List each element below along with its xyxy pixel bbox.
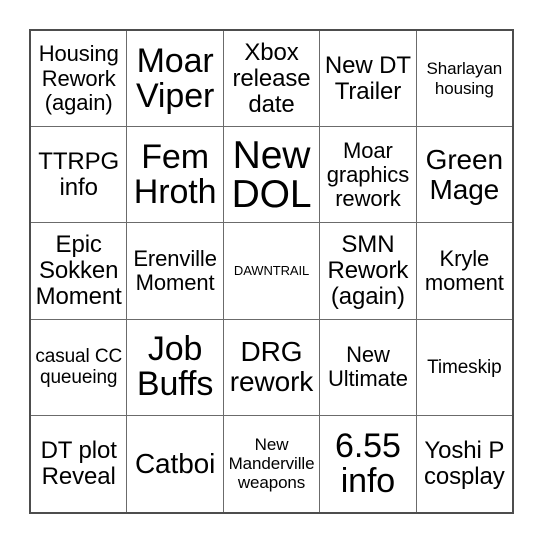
bingo-cell-text: casual CC queueing — [35, 345, 123, 389]
bingo-cell-r3c4[interactable]: SMN Rework (again) — [320, 223, 417, 320]
bingo-cell-text: New DOL — [231, 133, 312, 216]
bingo-cell-text: Moar graphics rework — [326, 137, 410, 211]
bingo-cell-r2c2[interactable]: Fem Hroth — [127, 127, 224, 224]
bingo-cell-text: Housing Rework (again) — [38, 41, 119, 115]
bingo-cell-text: 6.55 info — [335, 427, 401, 500]
bingo-cell-r3c1[interactable]: Epic Sokken Moment — [31, 223, 128, 320]
bingo-cell-r1c5[interactable]: Sharlayan housing — [416, 31, 513, 128]
bingo-cell-text: Xbox release date — [232, 38, 311, 118]
bingo-cell-r1c2[interactable]: Moar Viper — [127, 31, 224, 128]
bingo-cell-r4c1[interactable]: casual CC queueing — [31, 319, 128, 416]
bingo-cell-r5c4[interactable]: 6.55 info — [320, 415, 417, 512]
bingo-cell-text: SMN Rework (again) — [327, 231, 409, 310]
bingo-cell-r4c4[interactable]: New Ultimate — [320, 319, 417, 416]
bingo-cell-text: Catboi — [134, 448, 216, 479]
bingo-row: DT plot Reveal Catboi New Manderville we… — [31, 415, 513, 512]
bingo-cell-r2c4[interactable]: Moar graphics rework — [320, 127, 417, 224]
bingo-cell-r4c2[interactable]: Job Buffs — [127, 319, 224, 416]
bingo-card: Housing Rework (again) Moar Viper Xbox r… — [29, 29, 514, 514]
bingo-cell-text: Moar Viper — [135, 41, 215, 115]
bingo-cell-text: Timeskip — [427, 356, 502, 378]
bingo-cell-r1c3[interactable]: Xbox release date — [223, 31, 321, 128]
bingo-cell-r5c5[interactable]: Yoshi P cosplay — [416, 415, 513, 512]
bingo-cell-text: New Ultimate — [327, 341, 408, 392]
bingo-cell-text: Epic Sokken Moment — [35, 231, 122, 310]
bingo-cell-r2c3[interactable]: New DOL — [223, 127, 321, 224]
bingo-cell-text: Fem Hroth — [133, 138, 217, 211]
bingo-row: Epic Sokken Moment Erenville Moment DAWN… — [31, 223, 513, 320]
bingo-row: casual CC queueing Job Buffs DRG rework … — [31, 319, 513, 416]
bingo-cell-text: New DT Trailer — [324, 51, 411, 105]
bingo-cell-r3c2[interactable]: Erenville Moment — [127, 223, 224, 320]
bingo-cell-r5c1[interactable]: DT plot Reveal — [31, 415, 128, 512]
bingo-cell-r4c3[interactable]: DRG rework — [223, 319, 321, 416]
bingo-cell-r4c5[interactable]: Timeskip — [416, 319, 513, 416]
bingo-cell-text: Green Mage — [425, 144, 503, 205]
bingo-cell-r5c3[interactable]: New Manderville weapons — [223, 415, 321, 512]
bingo-cell-r5c2[interactable]: Catboi — [127, 415, 224, 512]
bingo-cell-text: Sharlayan housing — [426, 59, 503, 98]
bingo-cell-r3c5[interactable]: Kryle moment — [416, 223, 513, 320]
bingo-cell-r1c4[interactable]: New DT Trailer — [320, 31, 417, 128]
bingo-cell-text: Kryle moment — [424, 245, 504, 295]
bingo-cell-text: Erenville Moment — [133, 245, 217, 295]
bingo-row: TTRPG info Fem Hroth New DOL Moar graphi… — [31, 127, 513, 224]
bingo-cell-r2c1[interactable]: TTRPG info — [31, 127, 128, 224]
bingo-cell-r1c1[interactable]: Housing Rework (again) — [31, 31, 128, 128]
bingo-cell-r2c5[interactable]: Green Mage — [416, 127, 513, 224]
bingo-cell-text: Yoshi P cosplay — [423, 436, 505, 490]
bingo-row: Housing Rework (again) Moar Viper Xbox r… — [31, 31, 513, 128]
bingo-cell-text: DRG rework — [229, 336, 314, 398]
bingo-cell-text: New Manderville weapons — [228, 435, 315, 493]
bingo-cell-r3c3[interactable]: DAWNTRAIL — [223, 223, 321, 320]
bingo-cell-text: TTRPG info — [38, 147, 120, 201]
bingo-cell-text: DAWNTRAIL — [233, 262, 310, 278]
bingo-cell-text: DT plot Reveal — [40, 436, 117, 490]
bingo-cell-text: Job Buffs — [136, 330, 214, 404]
